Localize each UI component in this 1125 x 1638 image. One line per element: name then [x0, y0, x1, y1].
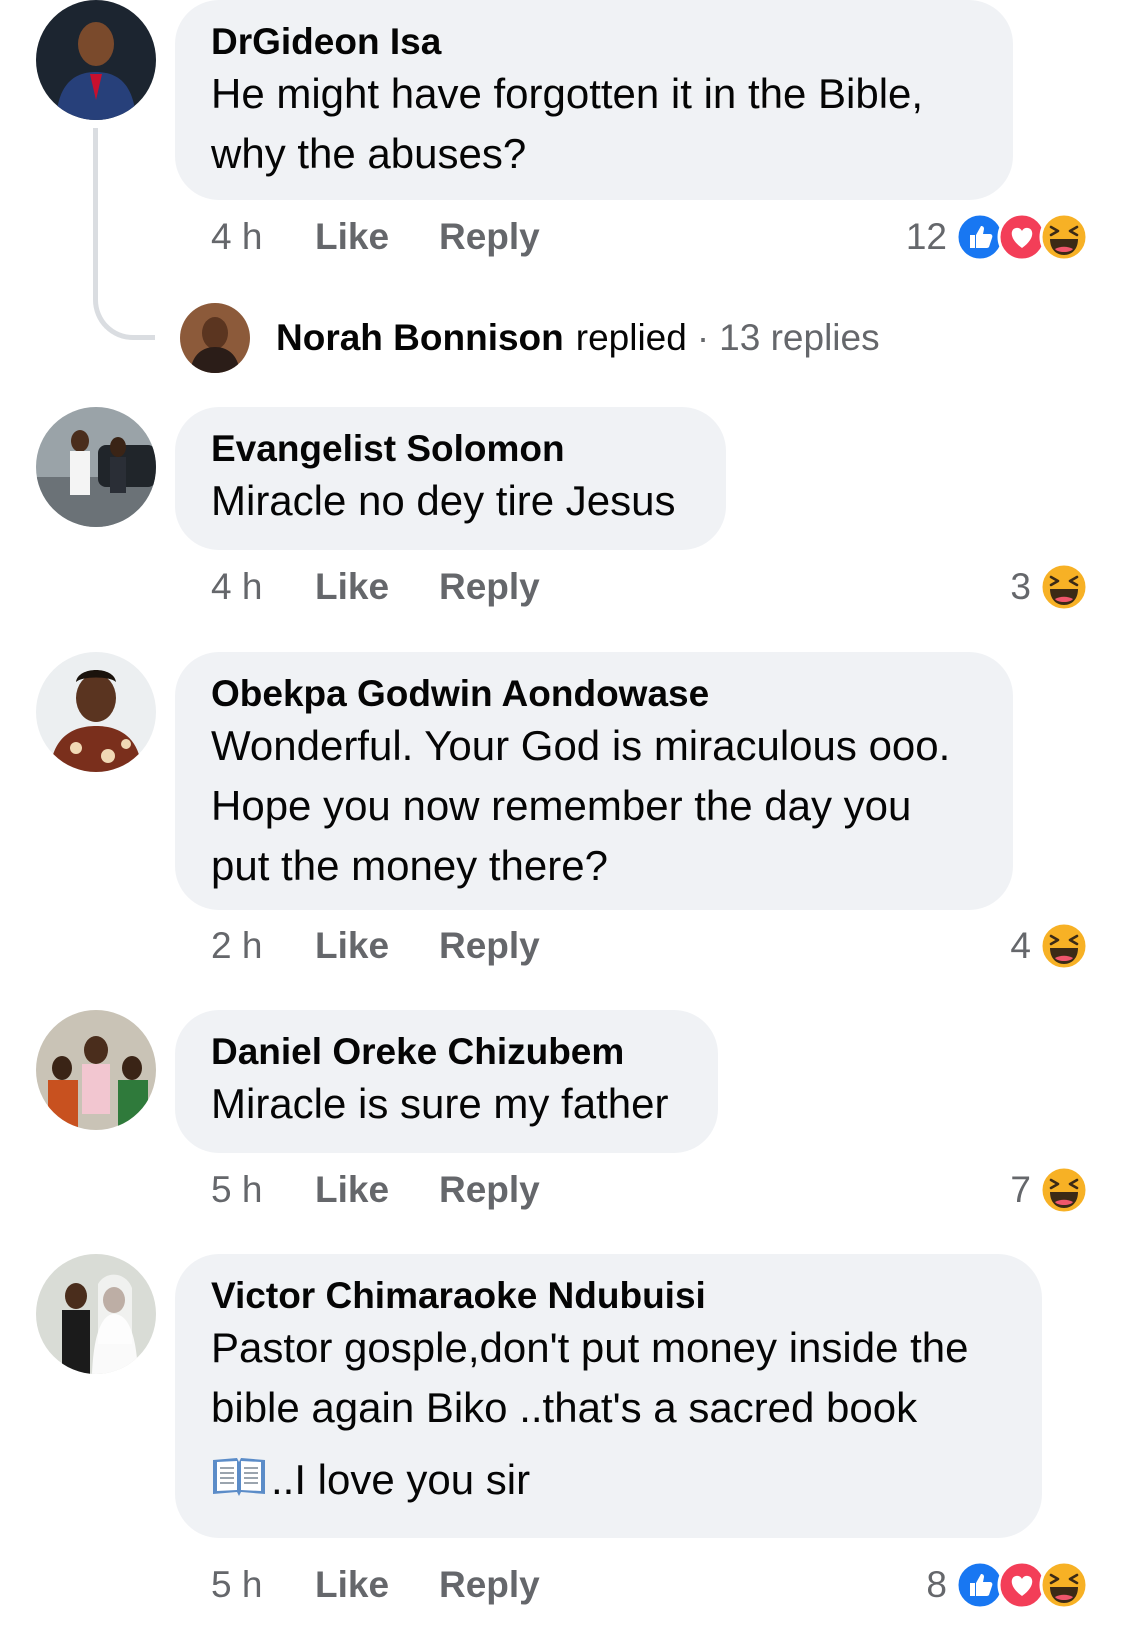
reply-button[interactable]: Reply: [439, 1169, 540, 1211]
comment-text: He might have forgotten it in the Bible,…: [211, 70, 924, 177]
haha-reaction-icon: [1039, 1560, 1089, 1610]
avatar[interactable]: [36, 652, 156, 772]
comment-bubble[interactable]: Victor Chimaraoke Ndubuisi Pastor gosple…: [175, 1254, 1042, 1538]
comment-actions: 5 h Like Reply: [211, 1560, 540, 1610]
like-button[interactable]: Like: [315, 925, 439, 967]
open-book-icon: [213, 1458, 265, 1496]
like-button[interactable]: Like: [315, 1564, 439, 1606]
comment-time[interactable]: 5 h: [211, 1169, 315, 1211]
avatar[interactable]: [36, 407, 156, 527]
comment-text: Miracle no dey tire Jesus: [211, 477, 676, 524]
comment-time[interactable]: 5 h: [211, 1564, 315, 1606]
reaction-count: 4: [1010, 925, 1031, 966]
reaction-summary[interactable]: 8: [926, 1560, 1089, 1610]
comment-bubble[interactable]: Obekpa Godwin Aondowase Wonderful. Your …: [175, 652, 1013, 910]
reply-button[interactable]: Reply: [439, 1564, 540, 1606]
reaction-summary[interactable]: 4: [1010, 921, 1089, 971]
reaction-count: 8: [926, 1564, 947, 1605]
comment-text: Pastor gosple,don't put money inside the…: [211, 1324, 969, 1431]
comment-actions: 4 h Like Reply: [211, 562, 540, 612]
reply-button[interactable]: Reply: [439, 925, 540, 967]
avatar[interactable]: [36, 1010, 156, 1130]
replied-label: replied: [575, 317, 687, 358]
comment-time[interactable]: 4 h: [211, 216, 315, 258]
comment-bubble[interactable]: Evangelist Solomon Miracle no dey tire J…: [175, 407, 726, 550]
like-button[interactable]: Like: [315, 1169, 439, 1211]
comments-page: DrGideon Isa He might have forgotten it …: [0, 0, 1125, 1638]
haha-reaction-icon: [1039, 562, 1089, 612]
reaction-count: 7: [1010, 1169, 1031, 1210]
reaction-count: 12: [905, 216, 947, 257]
comment-time[interactable]: 2 h: [211, 925, 315, 967]
comment-text-suffix: ..I love you sir: [271, 1456, 531, 1503]
avatar[interactable]: [36, 1254, 156, 1374]
comment-bubble[interactable]: Daniel Oreke Chizubem Miracle is sure my…: [175, 1010, 718, 1153]
reaction-count: 3: [1010, 566, 1031, 607]
comment-time[interactable]: 4 h: [211, 566, 315, 608]
comment-actions: 5 h Like Reply: [211, 1165, 540, 1215]
comment-text: Wonderful. Your God is miraculous ooo. H…: [211, 722, 951, 889]
haha-reaction-icon: [1039, 1165, 1089, 1215]
replies-count[interactable]: 13 replies: [719, 317, 879, 359]
comment-text: Miracle is sure my father: [211, 1080, 669, 1127]
comment-actions: 4 h Like Reply: [211, 212, 540, 262]
reaction-summary[interactable]: 7: [1010, 1165, 1089, 1215]
like-button[interactable]: Like: [315, 216, 439, 258]
haha-reaction-icon: [1039, 212, 1089, 262]
view-replies-link[interactable]: Norah Bonnison replied · 13 replies: [180, 303, 880, 373]
thread-connector: [93, 128, 155, 340]
comment-author[interactable]: DrGideon Isa: [211, 20, 977, 64]
comment-text-line: ..I love you sir: [211, 1450, 1006, 1510]
reaction-summary[interactable]: 12: [906, 212, 1089, 262]
avatar[interactable]: [36, 0, 156, 120]
haha-reaction-icon: [1039, 921, 1089, 971]
replier-name[interactable]: Norah Bonnison: [276, 317, 564, 359]
like-button[interactable]: Like: [315, 566, 439, 608]
separator-dot: ·: [696, 317, 710, 358]
comment-author[interactable]: Victor Chimaraoke Ndubuisi: [211, 1274, 1006, 1318]
comment-author[interactable]: Evangelist Solomon: [211, 427, 690, 471]
reply-button[interactable]: Reply: [439, 566, 540, 608]
avatar: [180, 303, 250, 373]
reaction-summary[interactable]: 3: [1010, 562, 1089, 612]
comment-bubble[interactable]: DrGideon Isa He might have forgotten it …: [175, 0, 1013, 200]
comment-author[interactable]: Obekpa Godwin Aondowase: [211, 672, 977, 716]
comment-author[interactable]: Daniel Oreke Chizubem: [211, 1030, 682, 1074]
comment-actions: 2 h Like Reply: [211, 921, 540, 971]
reply-button[interactable]: Reply: [439, 216, 540, 258]
